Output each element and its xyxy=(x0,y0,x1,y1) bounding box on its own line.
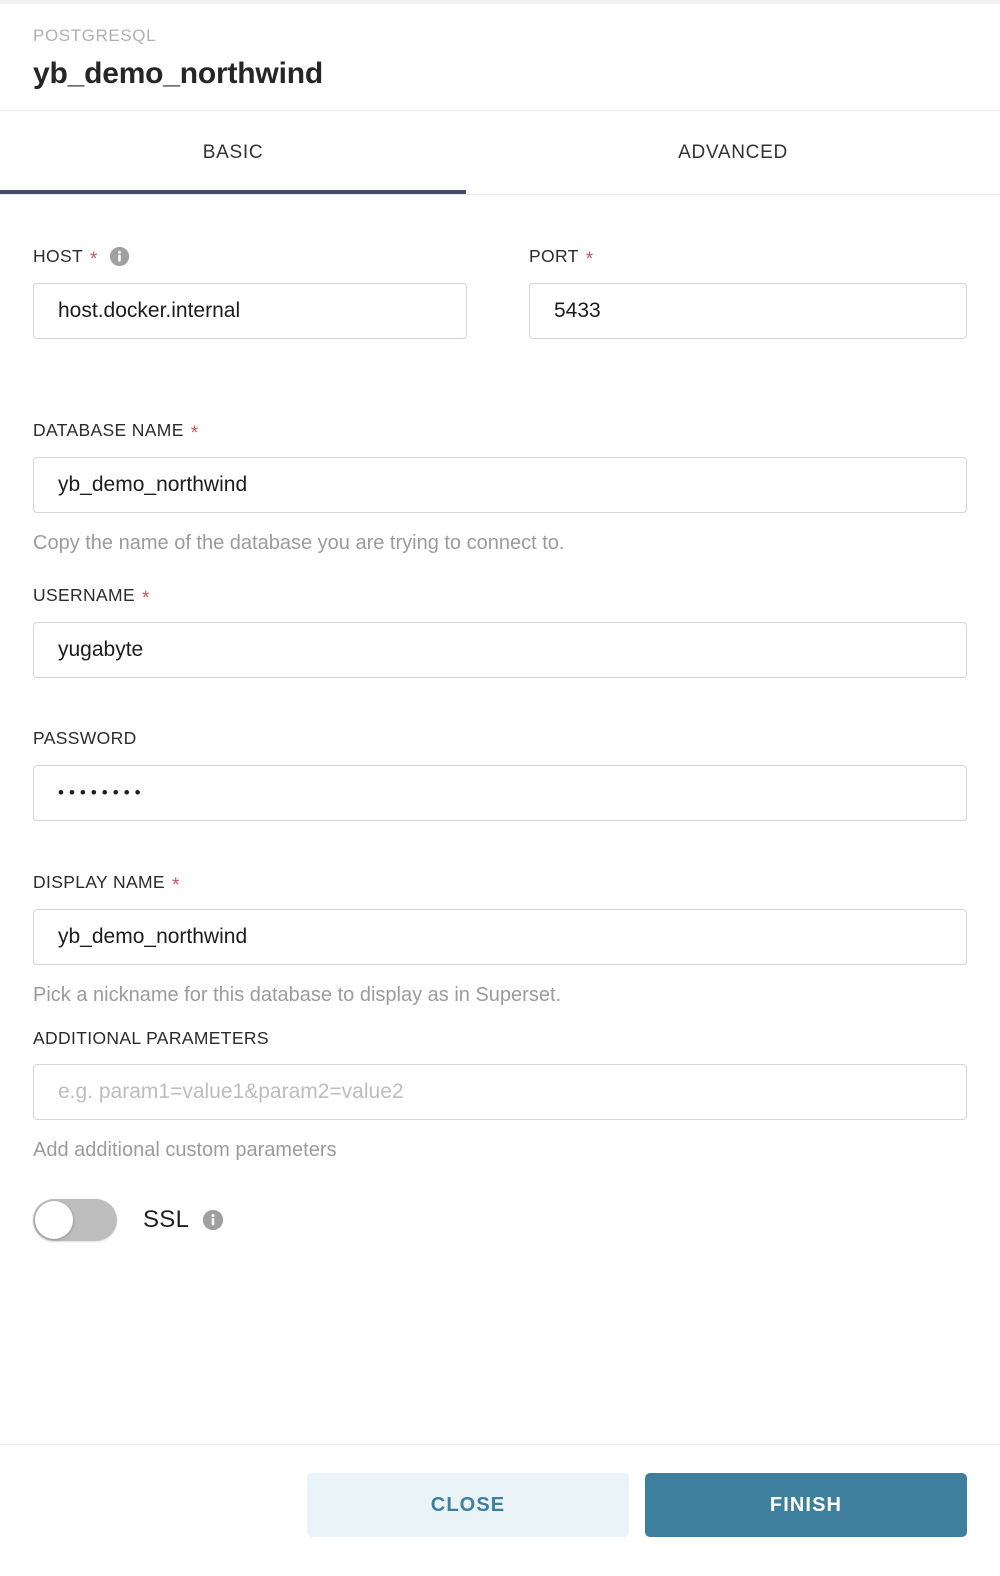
close-button[interactable]: CLOSE xyxy=(307,1473,629,1537)
database-name-label: DATABASE NAME * xyxy=(33,420,967,445)
database-name-input[interactable]: yb_demo_northwind xyxy=(33,457,967,514)
port-required-asterisk: * xyxy=(585,249,594,271)
tab-bar: BASIC ADVANCED xyxy=(0,111,1000,196)
port-label-text: PORT xyxy=(529,246,579,267)
username-label-text: USERNAME xyxy=(33,585,135,606)
ssl-label: SSL xyxy=(143,1206,190,1234)
password-input[interactable]: •••••••• xyxy=(33,764,967,821)
username-label: USERNAME * xyxy=(33,585,967,610)
ssl-toggle-knob xyxy=(35,1201,73,1240)
database-name-required-asterisk: * xyxy=(190,423,199,445)
host-input[interactable]: host.docker.internal xyxy=(33,283,467,340)
ssl-info-icon[interactable] xyxy=(203,1210,224,1231)
display-name-input[interactable]: yb_demo_northwind xyxy=(33,908,967,965)
connection-form: HOST * host.docker.internal PORT * 5433 xyxy=(0,195,1000,1163)
database-name-helper-text: Copy the name of the database you are tr… xyxy=(33,532,565,555)
additional-parameters-field-group: ADDITIONAL PARAMETERS e.g. param1=value1… xyxy=(33,1027,967,1164)
database-engine-label: POSTGRESQL xyxy=(33,26,157,45)
port-label: PORT * xyxy=(529,246,967,271)
database-name-label-text: DATABASE NAME xyxy=(33,420,184,441)
active-tab-indicator xyxy=(0,190,466,195)
ssl-toggle[interactable] xyxy=(33,1199,117,1242)
username-field-group: USERNAME * yugabyte xyxy=(33,585,967,679)
display-name-required-asterisk: * xyxy=(171,874,180,896)
host-label: HOST * xyxy=(33,246,467,271)
password-field-group: PASSWORD •••••••• xyxy=(33,730,967,821)
tab-advanced-label: ADVANCED xyxy=(678,141,788,163)
username-input[interactable]: yugabyte xyxy=(33,622,967,679)
host-port-row: HOST * host.docker.internal PORT * 5433 xyxy=(33,246,967,340)
additional-parameters-input[interactable]: e.g. param1=value1&param2=value2 xyxy=(33,1064,967,1121)
display-name-field-group: DISPLAY NAME * yb_demo_northwind Pick a … xyxy=(33,873,967,1008)
ssl-row: SSL xyxy=(0,1199,1000,1242)
host-label-text: HOST xyxy=(33,246,84,267)
display-name-label: DISPLAY NAME * xyxy=(33,871,967,896)
tab-basic[interactable]: BASIC xyxy=(0,111,466,194)
page-title: yb_demo_northwind xyxy=(33,57,323,91)
username-required-asterisk: * xyxy=(141,588,150,610)
additional-parameters-label-text: ADDITIONAL PARAMETERS xyxy=(33,1027,269,1048)
port-input[interactable]: 5433 xyxy=(529,283,967,340)
display-name-helper-text: Pick a nickname for this database to dis… xyxy=(33,983,562,1006)
host-info-icon[interactable] xyxy=(109,247,129,267)
modal-footer: CLOSE FINISH xyxy=(0,1445,1000,1576)
database-name-field-group: DATABASE NAME * yb_demo_northwind Copy t… xyxy=(33,421,967,556)
password-label-text: PASSWORD xyxy=(33,728,137,749)
port-field-group: PORT * 5433 xyxy=(529,246,967,340)
host-required-asterisk: * xyxy=(90,249,98,271)
password-label: PASSWORD xyxy=(33,730,967,748)
additional-parameters-helper-text: Add additional custom parameters xyxy=(33,1139,337,1162)
finish-button[interactable]: FINISH xyxy=(645,1473,967,1537)
additional-parameters-label: ADDITIONAL PARAMETERS xyxy=(33,1027,967,1048)
tab-advanced[interactable]: ADVANCED xyxy=(466,111,1000,194)
tab-basic-label: BASIC xyxy=(202,141,264,163)
modal-header: POSTGRESQL yb_demo_northwind xyxy=(0,4,1000,112)
display-name-label-text: DISPLAY NAME xyxy=(33,871,165,892)
host-field-group: HOST * host.docker.internal xyxy=(33,246,467,340)
